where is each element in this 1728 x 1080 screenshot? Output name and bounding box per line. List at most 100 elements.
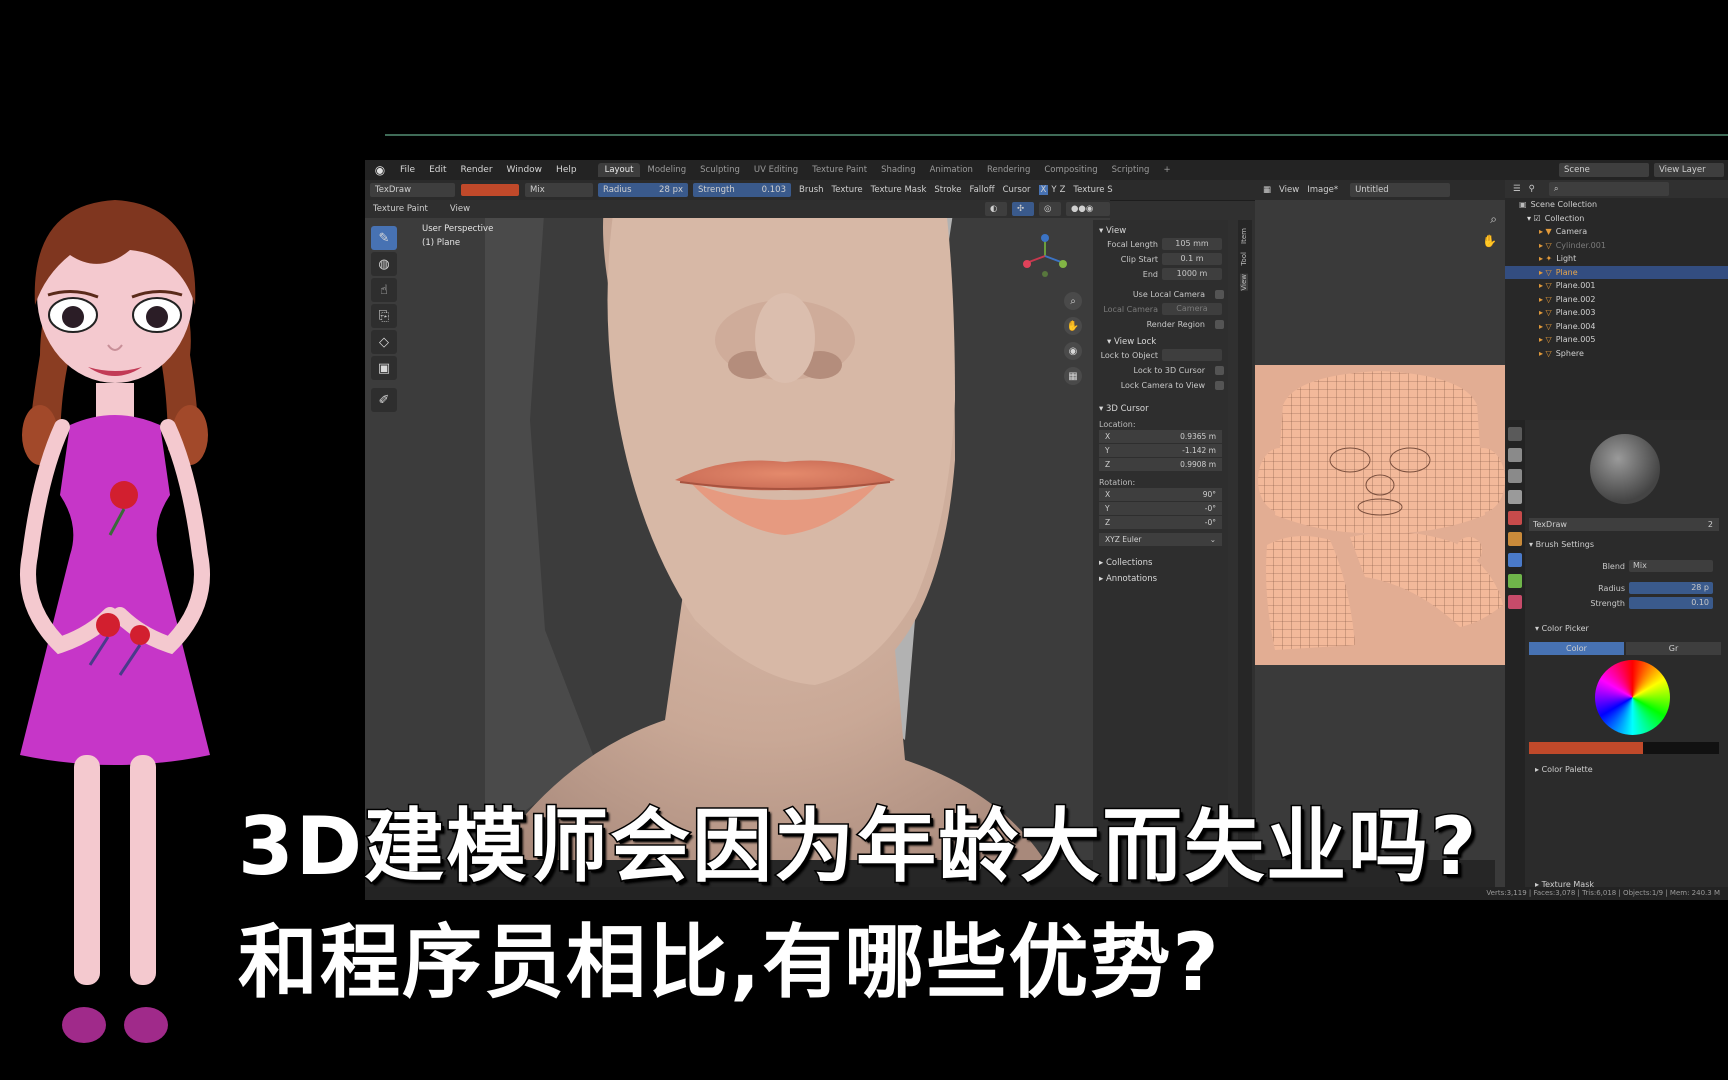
- view-layer-selector[interactable]: View Layer: [1654, 163, 1724, 177]
- outliner-item-plane-001[interactable]: ▸ ▽ Plane.001: [1505, 279, 1728, 293]
- color-wheel[interactable]: [1595, 660, 1670, 735]
- lock-to-3d-cursor-checkbox[interactable]: [1215, 365, 1224, 375]
- menu-cursor[interactable]: Cursor: [1003, 185, 1031, 195]
- tab-shading[interactable]: Shading: [874, 163, 923, 177]
- lock-camera-to-view-checkbox[interactable]: [1215, 380, 1224, 390]
- menu-falloff[interactable]: Falloff: [969, 185, 994, 195]
- outliner-item-plane-003[interactable]: ▸ ▽ Plane.003: [1505, 306, 1728, 320]
- grid-ortho-icon[interactable]: ▦: [1064, 367, 1082, 385]
- tab-scripting[interactable]: Scripting: [1105, 163, 1157, 177]
- strength-field[interactable]: Strength 0.103: [693, 183, 791, 197]
- blender-logo-icon[interactable]: ◉: [373, 163, 387, 177]
- tab-layout[interactable]: Layout: [597, 163, 641, 177]
- color-tab[interactable]: Color: [1529, 642, 1624, 655]
- sidebar-tab-tool[interactable]: Tool: [1240, 252, 1248, 266]
- clip-start-field[interactable]: 0.1 m: [1162, 253, 1222, 265]
- navigation-gizmo[interactable]: [1021, 232, 1069, 280]
- color-picker-section-header[interactable]: ▾ Color Picker: [1535, 624, 1589, 633]
- view-section-header[interactable]: ▾ View: [1093, 220, 1228, 236]
- local-camera-field[interactable]: Camera: [1162, 303, 1222, 315]
- annotate-icon[interactable]: ✐: [371, 388, 397, 412]
- color-palette-section-header[interactable]: ▸ Color Palette: [1535, 765, 1593, 774]
- uv-view-menu[interactable]: View: [1279, 185, 1299, 195]
- render-properties-tab-icon[interactable]: [1508, 448, 1522, 462]
- modifier-properties-tab-icon[interactable]: [1508, 553, 1522, 567]
- outliner-item-plane[interactable]: ▸ ▽ Plane: [1505, 265, 1728, 279]
- cursor-rotation-x[interactable]: X 90°: [1099, 488, 1222, 501]
- scene-collection-row[interactable]: ▣ Scene Collection: [1505, 198, 1728, 212]
- outliner-item-light[interactable]: ▸ ✦ Light: [1505, 252, 1728, 266]
- smear-brush-icon[interactable]: ☝: [371, 278, 397, 302]
- zoom-icon[interactable]: ⌕: [1064, 292, 1082, 310]
- overlay-toggle-icon[interactable]: ◎: [1039, 202, 1061, 216]
- menu-file[interactable]: File: [393, 165, 422, 175]
- brush-settings-section-header[interactable]: ▾ Brush Settings: [1529, 540, 1594, 549]
- tool-properties-tab-icon[interactable]: [1508, 427, 1522, 441]
- cursor-location-z[interactable]: Z 0.9908 m: [1099, 458, 1222, 471]
- collections-section-header[interactable]: ▸ Collections: [1093, 552, 1228, 568]
- clip-end-field[interactable]: 1000 m: [1162, 268, 1222, 280]
- mask-brush-icon[interactable]: ▣: [371, 356, 397, 380]
- radius-field[interactable]: Radius 28 px: [598, 183, 688, 197]
- outliner-item-plane-005[interactable]: ▸ ▽ Plane.005: [1505, 333, 1728, 347]
- brush-name-field[interactable]: TexDraw: [370, 183, 455, 197]
- outliner-filter-icon[interactable]: ⚲: [1529, 184, 1535, 194]
- view-object-types-icon[interactable]: ◐: [985, 202, 1007, 216]
- menu-window[interactable]: Window: [500, 165, 550, 175]
- annotations-section-header[interactable]: ▸ Annotations: [1093, 568, 1228, 584]
- use-local-camera-checkbox[interactable]: [1215, 289, 1224, 299]
- uv-editor-type-icon[interactable]: ▦: [1263, 185, 1271, 195]
- properties-strength-field[interactable]: 0.10: [1629, 597, 1713, 609]
- draw-brush-icon[interactable]: ✎: [371, 226, 397, 250]
- tab-sculpting[interactable]: Sculpting: [693, 163, 747, 177]
- axis-x-toggle[interactable]: X: [1038, 185, 1049, 195]
- gradient-tab[interactable]: Gr: [1626, 642, 1721, 655]
- gizmo-toggle-icon[interactable]: ✣: [1012, 202, 1034, 216]
- collection-row[interactable]: ▾ ☑ Collection: [1505, 212, 1728, 226]
- menu-texture[interactable]: Texture: [832, 185, 863, 195]
- uv-image-menu[interactable]: Image*: [1307, 185, 1338, 195]
- data-properties-tab-icon[interactable]: [1508, 574, 1522, 588]
- properties-brush-name-field[interactable]: TexDraw 2: [1529, 518, 1719, 531]
- axis-y-toggle[interactable]: Y: [1051, 185, 1056, 195]
- tab-modeling[interactable]: Modeling: [640, 163, 693, 177]
- menu-edit[interactable]: Edit: [422, 165, 453, 175]
- output-properties-tab-icon[interactable]: [1508, 469, 1522, 483]
- clone-brush-icon[interactable]: ⎘: [371, 304, 397, 328]
- tab-rendering[interactable]: Rendering: [980, 163, 1037, 177]
- cursor-rotation-y[interactable]: Y -0°: [1099, 502, 1222, 515]
- scene-selector[interactable]: Scene: [1559, 163, 1649, 177]
- outliner-item-plane-004[interactable]: ▸ ▽ Plane.004: [1505, 320, 1728, 334]
- 3d-cursor-section-header[interactable]: ▾ 3D Cursor: [1093, 398, 1228, 414]
- color-value-slider[interactable]: [1529, 742, 1719, 754]
- fill-brush-icon[interactable]: ◇: [371, 330, 397, 354]
- outliner-search-input[interactable]: ⌕: [1548, 182, 1669, 196]
- menu-help[interactable]: Help: [549, 165, 584, 175]
- soften-brush-icon[interactable]: ◍: [371, 252, 397, 276]
- focal-length-field[interactable]: 105 mm: [1162, 238, 1222, 250]
- camera-view-icon[interactable]: ◉: [1064, 342, 1082, 360]
- cursor-location-x[interactable]: X 0.9365 m: [1099, 430, 1222, 443]
- tab-uv-editing[interactable]: UV Editing: [747, 163, 805, 177]
- cursor-rotation-z[interactable]: Z -0°: [1099, 516, 1222, 529]
- material-properties-tab-icon[interactable]: [1508, 595, 1522, 609]
- shading-mode-icons[interactable]: ●●◉: [1066, 202, 1110, 216]
- outliner-type-icon[interactable]: ☰: [1513, 184, 1521, 194]
- uv-zoom-icon[interactable]: ⌕: [1490, 212, 1497, 227]
- viewport-view-menu[interactable]: View: [450, 204, 470, 214]
- view-layer-properties-tab-icon[interactable]: [1508, 490, 1522, 504]
- outliner-item-sphere[interactable]: ▸ ▽ Sphere: [1505, 347, 1728, 361]
- mode-selector[interactable]: Texture Paint: [373, 204, 428, 214]
- object-properties-tab-icon[interactable]: [1508, 532, 1522, 546]
- outliner-item-cylinder[interactable]: ▸ ▽ Cylinder.001: [1505, 239, 1728, 253]
- cursor-location-y[interactable]: Y -1.142 m: [1099, 444, 1222, 457]
- properties-radius-field[interactable]: 28 p: [1629, 582, 1713, 594]
- rotation-mode-dropdown[interactable]: XYZ Euler ⌄: [1099, 533, 1222, 546]
- menu-render[interactable]: Render: [454, 165, 500, 175]
- view-lock-section-header[interactable]: ▾ View Lock: [1101, 331, 1228, 347]
- sidebar-tab-item[interactable]: Item: [1240, 228, 1248, 244]
- uv-pan-hand-icon[interactable]: ✋: [1482, 234, 1497, 248]
- pan-hand-icon[interactable]: ✋: [1064, 317, 1082, 335]
- scene-properties-tab-icon[interactable]: [1508, 511, 1522, 525]
- add-workspace-button[interactable]: +: [1156, 163, 1177, 177]
